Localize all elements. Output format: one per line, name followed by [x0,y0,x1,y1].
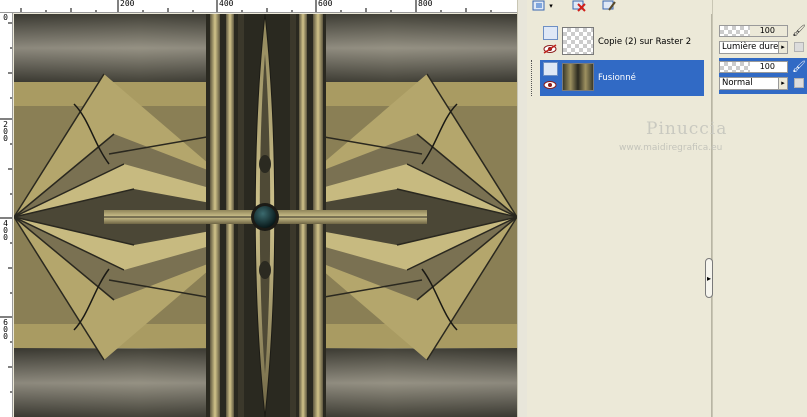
ruler-left-label: 600 [3,318,8,341]
lock-icon[interactable]: 🖌 [792,24,806,38]
blend-mode-value: Normal [722,78,753,88]
layer-name: Fusionné [598,73,636,83]
palette-splitter[interactable] [712,0,718,417]
link-icon[interactable] [794,78,804,88]
blend-mode-select[interactable]: Normal ▸ [719,77,788,90]
link-icon[interactable] [794,42,804,52]
hidden-eye-icon[interactable] [543,44,557,54]
blend-mode-value: Lumière dure [722,42,779,52]
ruler-top-label: 800 [418,0,433,8]
layer-row[interactable]: Copie (2) sur Raster 2 [540,24,704,60]
opacity-swatch [720,26,750,36]
layer-thumbnail [562,27,594,55]
canvas-scrollbar[interactable] [517,0,527,417]
layer-list: Copie (2) sur Raster 2 Fusionné [527,14,712,417]
layer-thumbnail [562,63,594,91]
ruler-top: 200 400 600 800 [0,0,517,13]
ruler-top-label: 600 [318,0,333,8]
psp-workspace: 200 400 600 800 0 200 400 600 ▾ Copie (2… [0,0,807,417]
edit-icon[interactable] [602,0,616,12]
ruler-left-label: 0 [3,13,8,22]
ruler-left-label: 400 [3,219,8,242]
opacity-field[interactable]: 100 [719,25,788,37]
layers-toolbar: ▾ [527,0,712,14]
delete-layer-icon[interactable] [572,0,586,12]
layer-row-selected[interactable]: Fusionné [540,60,704,96]
blend-mode-select[interactable]: Lumière dure ▸ [719,41,788,54]
ruler-left: 0 200 400 600 [0,13,13,417]
dropdown-arrow-icon: ▸ [778,78,787,89]
image-canvas[interactable] [14,14,517,417]
layer-props-row: 100 Lumière dure ▸ 🖌 [719,22,807,58]
layers-palette: ▾ Copie (2) sur Raster 2 Fusionné ▸ 100 … [527,0,807,417]
layer-props-row-selected: 100 Normal ▸ 🖌 [719,58,807,94]
layer-type-icon [543,62,558,76]
opacity-value: 100 [759,26,775,35]
eye-icon[interactable] [543,80,557,90]
ruler-top-label: 400 [219,0,234,8]
ruler-top-label: 200 [120,0,135,8]
new-layer-icon[interactable] [532,0,546,12]
watermark-title: Pinuccia [646,119,728,139]
opacity-value: 100 [759,62,775,71]
collapse-handle-icon[interactable]: ▸ [705,258,713,298]
ruler-left-label: 200 [3,120,8,143]
lock-icon[interactable]: 🖌 [792,60,806,74]
dropdown-arrow-icon: ▸ [778,42,787,53]
layer-tree-connector [531,60,532,96]
watermark-url: www.maidiregrafica.eu [619,143,723,153]
layer-name: Copie (2) sur Raster 2 [598,37,692,47]
opacity-field[interactable]: 100 [719,61,788,73]
layer-type-icon [543,26,558,40]
dropdown-icon[interactable]: ▾ [547,0,555,12]
opacity-swatch [720,62,750,72]
